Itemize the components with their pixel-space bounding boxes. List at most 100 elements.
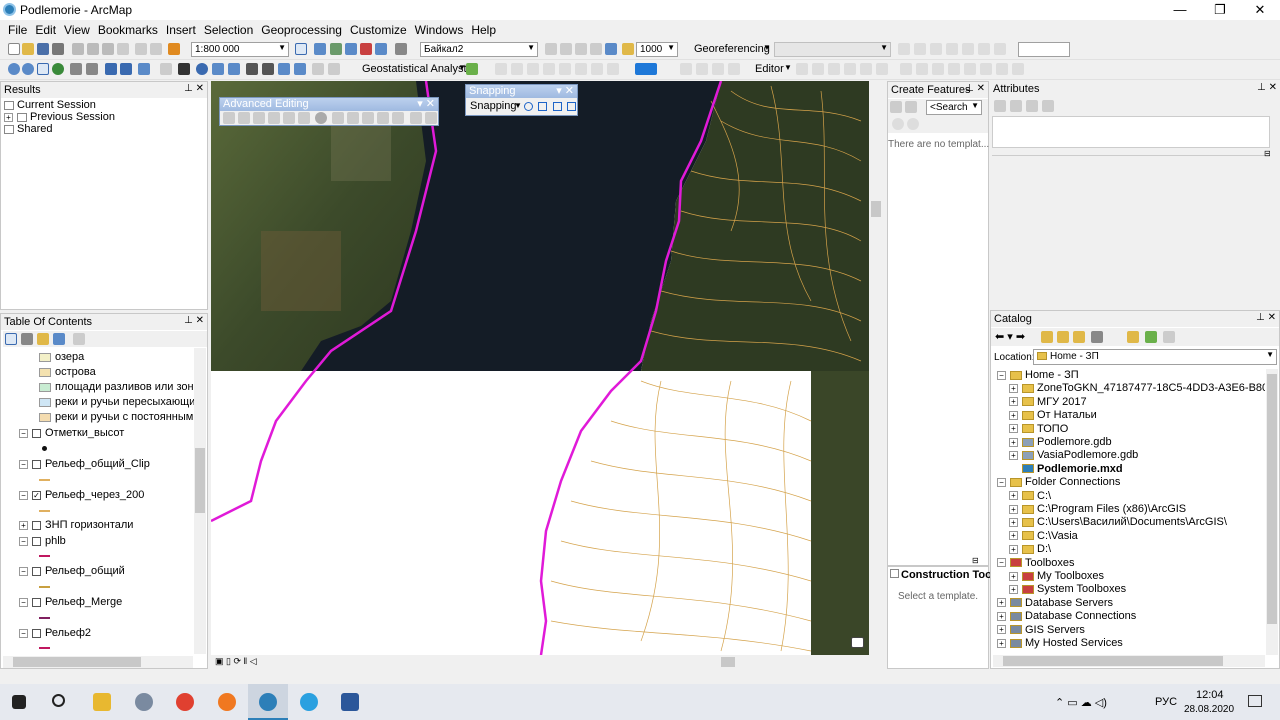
menu-geoprocessing[interactable]: Geoprocessing (257, 21, 346, 37)
catalog-item[interactable]: + Database Connections (997, 610, 1136, 622)
point-snapping-icon[interactable] (524, 102, 533, 111)
toc-options-icon[interactable] (73, 333, 85, 345)
data-view-icon[interactable]: ▣ ▯ ⟳ ‖ ◁ (215, 656, 257, 667)
expand-icon[interactable]: + (1009, 571, 1018, 581)
layer-checkbox[interactable] (32, 566, 41, 576)
word-icon[interactable] (341, 693, 359, 711)
georef-input[interactable] (1018, 42, 1070, 57)
catalog-item[interactable]: + ТОПО (1009, 423, 1068, 435)
adv-edit-tool-icon[interactable] (392, 112, 404, 124)
catalog-item[interactable]: + МГУ 2017 (1009, 396, 1087, 408)
adv-edit-tool-icon[interactable] (410, 112, 422, 124)
edit-tool-icon[interactable] (796, 63, 808, 75)
zoom-level-input[interactable]: 1000 ▼ (636, 42, 678, 57)
catalog-item[interactable]: + VasiaPodlemore.gdb (1009, 449, 1138, 461)
map-canvas[interactable] (211, 81, 869, 655)
menu-bookmarks[interactable]: Bookmarks (94, 21, 162, 37)
adv-edit-tool-icon[interactable] (362, 112, 374, 124)
goto-xy-icon[interactable] (278, 63, 290, 75)
toc-layer-relief2[interactable]: − Рельеф2 (19, 627, 91, 639)
full-extent-icon[interactable] (52, 63, 64, 75)
layer-tool-icon-4[interactable] (590, 43, 602, 55)
adv-edit-tool-icon[interactable] (253, 112, 265, 124)
expand-icon[interactable]: + (997, 611, 1006, 621)
list-by-visibility-icon[interactable] (37, 333, 49, 345)
hyperlink-icon[interactable] (212, 63, 224, 75)
georef-tool-icon-7[interactable] (994, 43, 1006, 55)
toc-layer-relief-200[interactable]: − ✓ Рельеф_через_200 (19, 489, 144, 501)
delete-icon[interactable] (117, 43, 129, 55)
spatial-tool-icon-3[interactable] (527, 63, 539, 75)
spatial-tool-icon-2[interactable] (511, 63, 523, 75)
results-item-previous-session[interactable]: + Previous Session (4, 111, 115, 123)
edit-tool-icon-6[interactable] (876, 63, 888, 75)
arcmap-icon[interactable] (259, 693, 277, 711)
edit-tool-icon-2[interactable] (812, 63, 824, 75)
menu-customize[interactable]: Customize (346, 21, 411, 37)
results-item-shared[interactable]: Shared (4, 123, 52, 135)
color-swatch-icon[interactable] (635, 63, 657, 75)
paste-icon[interactable] (102, 43, 114, 55)
expand-icon[interactable]: + (997, 625, 1006, 635)
edit-tool-icon-11[interactable] (964, 63, 976, 75)
python-window-icon[interactable] (375, 43, 387, 55)
toc-pin-close-icon[interactable]: ⊥ ✕ (184, 315, 204, 326)
select-features-icon[interactable] (138, 63, 150, 75)
map-vertical-scrollbar[interactable] (870, 81, 882, 655)
graphics-icon[interactable] (605, 43, 617, 55)
zoom-in-icon[interactable] (8, 63, 20, 75)
catalog-refresh-icon[interactable] (1145, 331, 1157, 343)
target-layer-select[interactable]: Байкал2 ▼ (420, 42, 538, 57)
add-data-icon[interactable] (168, 43, 180, 55)
catalog-item[interactable]: + C:\Users\Василий\Documents\ArcGIS\ (1009, 516, 1227, 528)
map-thumbnail-icon[interactable] (851, 637, 864, 648)
save-icon[interactable] (37, 43, 49, 55)
spatial-tool-icon[interactable] (495, 63, 507, 75)
back-extent-icon[interactable] (105, 63, 117, 75)
editor-menu[interactable]: Editor (755, 63, 784, 75)
georef-tool-icon-4[interactable] (946, 43, 958, 55)
clear-search-icon[interactable] (907, 118, 919, 130)
zoom-level-icon[interactable] (622, 43, 634, 55)
list-by-drawing-order-icon[interactable] (5, 333, 17, 345)
minimize-button[interactable]: — (1160, 0, 1200, 20)
catalog-item[interactable]: + My Hosted Services (997, 637, 1123, 649)
menu-view[interactable]: View (60, 21, 94, 37)
menu-edit[interactable]: Edit (31, 21, 60, 37)
template-search-input[interactable]: <Search ▼ (926, 100, 982, 115)
toc-vertical-scrollbar[interactable] (194, 348, 206, 654)
create-features-pin-close-icon[interactable]: ⊥ ✕ (965, 83, 985, 94)
catalog-item[interactable]: − Home - ЗП (997, 369, 1079, 381)
adv-edit-tool-icon[interactable] (283, 112, 295, 124)
print-icon[interactable] (52, 43, 64, 55)
geostat-wizard-icon[interactable] (466, 63, 478, 75)
georef-tool-icon-3[interactable] (930, 43, 942, 55)
catalog-pin-close-icon[interactable]: ⊥ ✕ (1256, 312, 1276, 323)
catalog-up-icon[interactable] (1041, 331, 1053, 343)
attributes-pin-close-icon[interactable]: ⊥ ✕ (1257, 82, 1277, 93)
zoom-to-template-icon[interactable] (892, 118, 904, 130)
expand-icon[interactable]: + (1009, 517, 1018, 527)
tray-icons[interactable]: ⌃ ▭ ☁ ◁) (1055, 696, 1107, 709)
arctoolbox-icon[interactable] (360, 43, 372, 55)
resize-grip-icon[interactable]: ⊟ (972, 556, 979, 565)
toc-layer-relief-merge[interactable]: − Рельеф_Merge (19, 596, 122, 608)
menu-windows[interactable]: Windows (411, 21, 468, 37)
toc-horizontal-scrollbar[interactable] (3, 656, 193, 668)
expand-icon[interactable]: + (1009, 437, 1018, 447)
expand-icon[interactable]: + (1009, 424, 1018, 434)
cut-icon[interactable] (72, 43, 84, 55)
expand-icon[interactable]: + (1009, 544, 1018, 554)
attributes-grip-icon[interactable]: ⊟ (1264, 149, 1271, 158)
fixed-zoom-in-icon[interactable] (70, 63, 82, 75)
catalog-location-select[interactable]: Home - ЗП ▼ (1033, 349, 1277, 365)
catalog-item[interactable]: + ZoneToGKN_47187477-18C5-4DD3-A3E6-B807D… (1009, 382, 1265, 394)
notifications-icon[interactable] (1248, 695, 1262, 707)
attributes-tool-icon-2[interactable] (1010, 100, 1022, 112)
find-icon[interactable] (246, 63, 258, 75)
adv-edit-tool-icon[interactable] (238, 112, 250, 124)
edit-tool-icon-12[interactable] (980, 63, 992, 75)
edit-tool-icon-10[interactable] (948, 63, 960, 75)
catalog-item[interactable]: + System Toolboxes (1009, 583, 1126, 595)
catalog-item[interactable]: − Folder Connections (997, 476, 1120, 488)
